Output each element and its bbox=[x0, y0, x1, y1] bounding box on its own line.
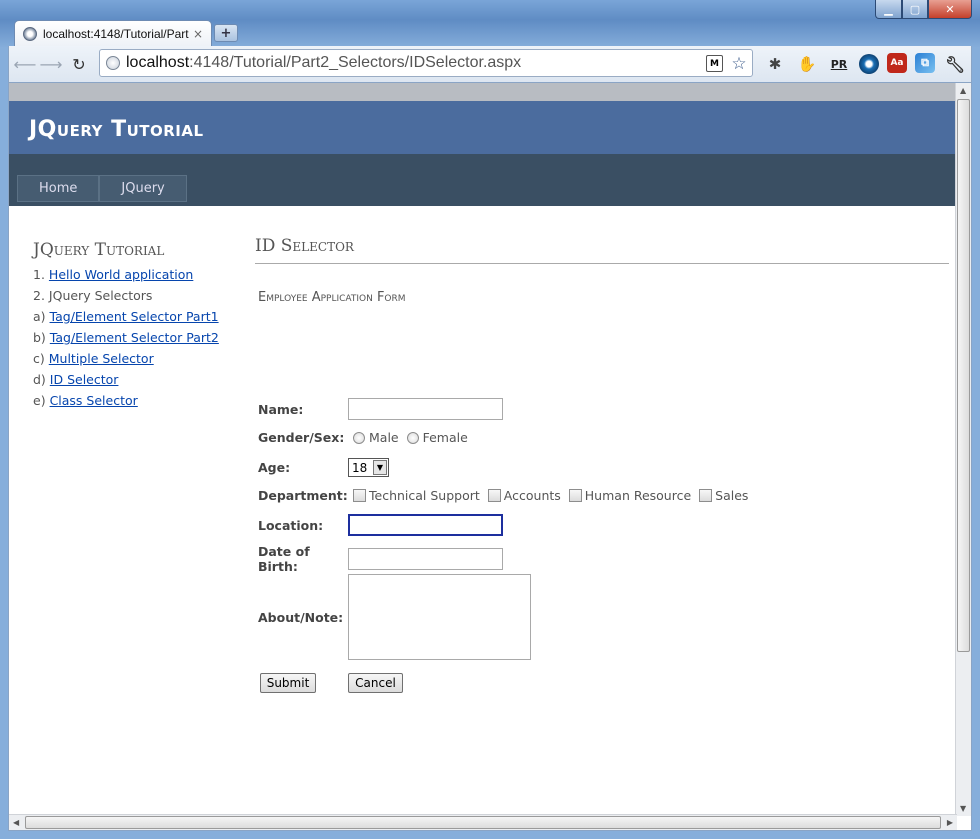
row-buttons: Submit Cancel bbox=[260, 673, 403, 693]
list-item: c) Multiple Selector bbox=[33, 351, 154, 366]
address-url: localhost:4148/Tutorial/Part2_Selectors/… bbox=[126, 54, 522, 71]
star-icon[interactable]: ☆ bbox=[730, 54, 748, 74]
checkbox-technical-support[interactable] bbox=[353, 489, 366, 502]
address-bar[interactable]: localhost:4148/Tutorial/Part2_Selectors/… bbox=[99, 49, 753, 77]
page-title: ID Selector bbox=[255, 236, 949, 264]
radio-female[interactable] bbox=[406, 431, 419, 444]
list-item: a) Tag/Element Selector Part1 bbox=[33, 309, 219, 324]
globe-icon bbox=[23, 26, 37, 41]
location-input[interactable] bbox=[348, 514, 503, 536]
page-info-icon[interactable] bbox=[106, 56, 120, 70]
about-textarea[interactable] bbox=[348, 574, 531, 660]
sidebar-link-hello-world[interactable]: Hello World application bbox=[49, 267, 193, 282]
vertical-scroll-thumb[interactable] bbox=[957, 99, 970, 652]
horizontal-scrollbar[interactable]: ◀ ▶ bbox=[9, 814, 957, 830]
age-select[interactable]: 18 ▼ bbox=[348, 458, 389, 477]
webpage-tool-icon[interactable]: ⧉ bbox=[915, 53, 935, 73]
checkbox-sales[interactable] bbox=[699, 489, 713, 502]
back-arrow-icon[interactable]: ⟵ bbox=[14, 54, 37, 74]
main-panel: ID Selector Employee Application Form bbox=[255, 236, 949, 305]
row-about: About/Note: bbox=[258, 574, 531, 660]
minimize-button[interactable]: ▁ bbox=[875, 0, 902, 19]
list-item: 2. JQuery Selectors bbox=[33, 288, 153, 303]
cancel-button[interactable]: Cancel bbox=[348, 673, 403, 693]
gender-label: Gender/Sex: bbox=[258, 430, 345, 445]
chevron-down-icon[interactable]: ▼ bbox=[373, 460, 387, 475]
gender-option-female[interactable]: Female bbox=[406, 430, 468, 445]
row-name: Name: bbox=[258, 398, 503, 420]
page-content: JQuery Tutorial 1. Hello World applicati… bbox=[9, 206, 957, 814]
list-item: e) Class Selector bbox=[33, 393, 138, 408]
maximize-button[interactable]: ▢ bbox=[902, 0, 928, 19]
new-tab-button[interactable]: + bbox=[214, 24, 238, 42]
page-viewport: JQuery Tutorial Home JQuery JQuery Tutor… bbox=[8, 82, 972, 831]
sidebar-link-tag-selector-1[interactable]: Tag/Element Selector Part1 bbox=[50, 309, 219, 324]
reload-icon[interactable]: ↻ bbox=[69, 54, 89, 74]
sidebar-link-class-selector[interactable]: Class Selector bbox=[50, 393, 138, 408]
radio-male[interactable] bbox=[353, 431, 365, 444]
scroll-left-icon[interactable]: ◀ bbox=[13, 818, 19, 827]
department-option[interactable]: Technical Support bbox=[353, 488, 480, 503]
sidebar-link-multiple-selector[interactable]: Multiple Selector bbox=[49, 351, 154, 366]
browser-window: ▁ ▢ ✕ localhost:4148/Tutorial/Part × + ⟵… bbox=[0, 0, 980, 839]
name-label: Name: bbox=[258, 401, 304, 417]
menu-item-jquery[interactable]: JQuery bbox=[99, 175, 187, 202]
name-input[interactable] bbox=[348, 398, 503, 420]
location-label: Location: bbox=[258, 517, 324, 533]
browser-toolbar: ⟵ ⟶ ↻ localhost:4148/Tutorial/Part2_Sele… bbox=[8, 46, 972, 82]
sidebar-list: 1. Hello World application 2. JQuery Sel… bbox=[33, 266, 219, 413]
wrench-icon[interactable]: 🔧︎ bbox=[943, 53, 967, 75]
hand-icon[interactable]: ✋ bbox=[795, 53, 819, 75]
menu-bar: Home JQuery bbox=[9, 154, 957, 206]
close-window-button[interactable]: ✕ bbox=[928, 0, 972, 19]
acrobat-icon[interactable]: Aa bbox=[887, 53, 907, 73]
browser-tab-active[interactable]: localhost:4148/Tutorial/Part × bbox=[14, 20, 212, 46]
sidebar-link-id-selector[interactable]: ID Selector bbox=[50, 372, 119, 387]
menu-item-home[interactable]: Home bbox=[17, 175, 100, 202]
list-item: d) ID Selector bbox=[33, 372, 119, 387]
horizontal-scroll-thumb[interactable] bbox=[25, 816, 941, 829]
extension-icons: ✱ ✋ PR Aa ⧉ 🔧︎ bbox=[763, 53, 967, 75]
window-controls: ▁ ▢ ✕ bbox=[875, 0, 972, 20]
dob-label: Date of Birth: bbox=[258, 544, 310, 574]
scroll-right-icon[interactable]: ▶ bbox=[947, 818, 953, 827]
eye-icon[interactable] bbox=[859, 54, 879, 74]
vertical-scrollbar[interactable]: ▲ ▼ bbox=[955, 83, 971, 816]
top-strip bbox=[9, 83, 957, 101]
department-option[interactable]: Accounts bbox=[487, 488, 561, 503]
department-label: Department: bbox=[258, 488, 348, 503]
age-label: Age: bbox=[258, 460, 291, 475]
sidebar-item-selectors: JQuery Selectors bbox=[48, 288, 153, 303]
list-item: 1. Hello World application bbox=[33, 267, 194, 282]
row-dob: Date of Birth: bbox=[258, 544, 503, 574]
form-title: Employee Application Form bbox=[258, 290, 406, 305]
department-option[interactable]: Human Resource bbox=[568, 488, 691, 503]
bug-icon[interactable]: ✱ bbox=[763, 53, 787, 75]
row-department: Department: Technical Support Accounts H… bbox=[258, 488, 756, 503]
dob-input[interactable] bbox=[348, 548, 503, 570]
department-option[interactable]: Sales bbox=[699, 488, 748, 503]
scroll-up-icon[interactable]: ▲ bbox=[960, 86, 966, 95]
site-header: JQuery Tutorial bbox=[9, 101, 957, 154]
tab-close-icon[interactable]: × bbox=[193, 27, 203, 41]
checkbox-accounts[interactable] bbox=[487, 489, 501, 502]
pagerank-icon[interactable]: PR bbox=[827, 53, 851, 75]
row-location: Location: bbox=[258, 514, 503, 536]
tab-title: localhost:4148/Tutorial/Part bbox=[43, 26, 189, 41]
forward-arrow-icon[interactable]: ⟶ bbox=[40, 54, 63, 74]
sidebar-title: JQuery Tutorial bbox=[33, 240, 165, 260]
sidebar-link-tag-selector-2[interactable]: Tag/Element Selector Part2 bbox=[50, 330, 219, 345]
submit-button[interactable]: Submit bbox=[260, 673, 316, 693]
about-label: About/Note: bbox=[258, 609, 344, 625]
gender-option-male[interactable]: Male bbox=[353, 430, 399, 445]
page-action-icon[interactable]: M bbox=[706, 55, 723, 72]
checkbox-human-resource[interactable] bbox=[568, 489, 582, 502]
main-menu: Home JQuery bbox=[17, 175, 187, 202]
row-gender: Gender/Sex: Male Female bbox=[258, 430, 476, 445]
site-title: JQuery Tutorial bbox=[29, 117, 204, 142]
row-age: Age: 18 ▼ bbox=[258, 458, 389, 477]
list-item: b) Tag/Element Selector Part2 bbox=[33, 330, 219, 345]
scroll-down-icon[interactable]: ▼ bbox=[960, 804, 966, 813]
